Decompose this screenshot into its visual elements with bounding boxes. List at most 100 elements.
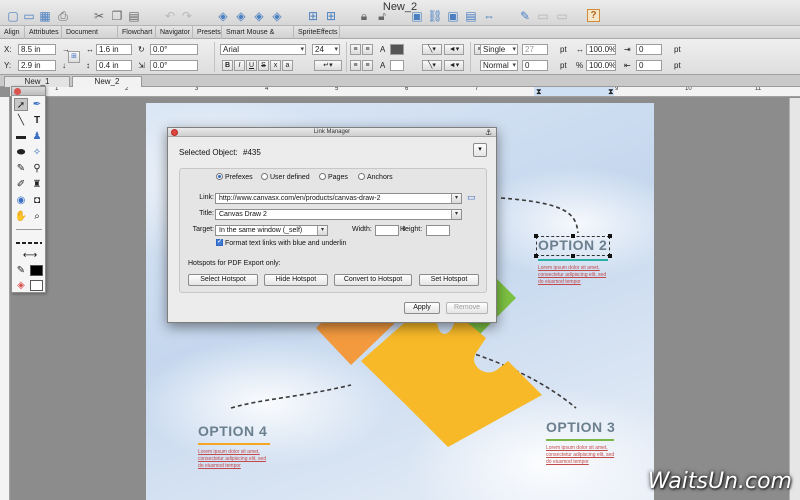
arrow-start-select[interactable]: ◄▾ [444, 44, 464, 55]
font-family-select[interactable]: Arial [220, 44, 306, 55]
palette-tab-navigator[interactable]: Navigator [156, 26, 193, 39]
palette-tab-presets[interactable]: Presets [193, 26, 222, 39]
line-style-select[interactable]: ╲▾ [422, 44, 442, 55]
palette-tab-smart-mouse[interactable]: Smart Mouse & Guides [222, 26, 294, 49]
format-links-checkbox[interactable]: Format text links with blue and underlin [216, 237, 346, 249]
screen-icon[interactable]: ▤ [464, 9, 478, 22]
text-style-button[interactable]: x [270, 60, 281, 71]
line-spacing-select[interactable]: Single [480, 44, 518, 55]
print-icon[interactable]: ⎙ [56, 9, 70, 22]
ellipse-tool-icon[interactable]: ⬬ [14, 146, 28, 159]
arrange-backward-icon[interactable]: ◈ [252, 9, 266, 22]
radio-user-defined[interactable]: User defined [261, 173, 310, 183]
cut-icon[interactable]: ✂ [92, 9, 106, 22]
apply-button[interactable]: Apply [404, 302, 440, 314]
vertical-scrollbar[interactable] [789, 98, 800, 500]
line-tool-icon[interactable]: ╲ [14, 114, 28, 127]
lock-icon[interactable]: 🔒︎ [357, 9, 371, 22]
comment-icon[interactable]: ▭ [555, 9, 569, 22]
group-icon[interactable]: ⊞ [306, 9, 320, 22]
option-4-text[interactable]: Lorem ipsum dolor sit amet, consectetur … [198, 449, 270, 470]
align-left-button[interactable]: ≡ [350, 44, 361, 55]
magic-wand-icon[interactable]: ✧ [30, 146, 44, 159]
save-icon[interactable]: ▦ [38, 9, 52, 22]
rectangle-tool-icon[interactable]: ▬ [14, 130, 28, 143]
angle-field[interactable]: 0.0° [150, 44, 198, 55]
fill-color-swatch[interactable] [390, 44, 404, 55]
spacing-field[interactable]: 27 [522, 44, 548, 55]
arrow-end-select[interactable]: ◄▾ [444, 60, 464, 71]
select-hotspot-button[interactable]: Select Hotspot [188, 274, 258, 286]
target-select[interactable]: In the same window (_self) [215, 225, 328, 236]
gradient-tool-icon[interactable]: ✎ [14, 264, 28, 277]
text-tool-icon[interactable]: T [30, 114, 44, 127]
title-field[interactable]: Canvas Draw 2 [215, 209, 462, 220]
stamp-tool-icon[interactable]: ♜ [30, 178, 44, 191]
width-field[interactable] [375, 225, 399, 236]
style-field[interactable]: 0 [522, 60, 548, 71]
width-field[interactable]: 1.6 in [96, 44, 132, 55]
dash-style-icon[interactable] [16, 242, 42, 244]
scale-x-field[interactable]: 100.0% [586, 44, 616, 55]
unlock-icon[interactable]: 🔓︎ [375, 9, 389, 22]
brush-tool-icon[interactable]: ✐ [14, 178, 28, 191]
select-tool-icon[interactable]: ➚ [14, 98, 28, 111]
option-4-title[interactable]: OPTION 4 [198, 423, 267, 439]
palette-tab-spriteeffects[interactable]: SpriteEffects [294, 26, 340, 39]
ungroup-icon[interactable]: ⊞ [324, 9, 338, 22]
indent-field[interactable]: 0 [636, 44, 662, 55]
selection-handle[interactable] [534, 234, 538, 238]
paint-bucket-icon[interactable]: ◉ [14, 194, 28, 207]
selection-handle[interactable] [571, 234, 575, 238]
palette-tab-flowchart[interactable]: Flowchart [118, 26, 156, 39]
help-icon[interactable]: ? [587, 9, 600, 22]
graphic-icon[interactable]: ▣ [446, 9, 460, 22]
height-field[interactable]: 0.4 in [96, 60, 132, 71]
remove-button[interactable]: Remove [446, 302, 488, 314]
option-2-text[interactable]: Lorem ipsum dolor sit amet, consectetur … [538, 265, 610, 286]
radio-prefexes[interactable]: Prefexes [216, 173, 253, 183]
fill-tool-icon[interactable]: ♟ [30, 130, 44, 143]
arrow-style-icon[interactable]: ⟷ [22, 249, 38, 262]
undo-icon[interactable]: ↶ [163, 9, 177, 22]
line-end-select[interactable]: ╲▾ [422, 60, 442, 71]
fill-color-swatch[interactable] [30, 280, 43, 291]
arrange-back-icon[interactable]: ◈ [270, 9, 284, 22]
underline-button[interactable]: U [246, 60, 257, 71]
italic-button[interactable]: I [234, 60, 245, 71]
bucket-color-icon[interactable]: ◈ [14, 279, 28, 292]
skew-field[interactable]: 0.0° [150, 60, 198, 71]
palette-tab-attributes[interactable]: Attributes [25, 26, 62, 39]
set-hotspot-button[interactable]: Set Hotspot [419, 274, 479, 286]
redo-icon[interactable]: ↷ [180, 9, 194, 22]
align-center-button[interactable]: ≡ [362, 44, 373, 55]
align-justify-button[interactable]: ≡ [362, 60, 373, 71]
close-icon[interactable] [14, 88, 21, 95]
scale-y-field[interactable]: 100.0% [586, 60, 616, 71]
arrange-forward-icon[interactable]: ◈ [234, 9, 248, 22]
paragraph-style-select[interactable]: Normal [480, 60, 518, 71]
close-icon[interactable] [171, 129, 178, 136]
radio-anchors[interactable]: Anchors [358, 173, 393, 183]
selection-handle[interactable] [608, 234, 612, 238]
option-3-text[interactable]: Lorem ipsum dolor sit amet, consectetur … [546, 445, 618, 466]
stroke-color-swatch[interactable] [30, 265, 43, 276]
hand-tool-icon[interactable]: ✋ [14, 210, 28, 223]
baseline-select[interactable]: ↵▾ [314, 60, 342, 71]
x-field[interactable]: 8.5 in [18, 44, 56, 55]
selection-handle[interactable] [608, 254, 612, 258]
edit-icon[interactable]: ✎ [518, 9, 532, 22]
link-url-field[interactable]: http://www.canvasx.com/en/products/canva… [215, 193, 462, 204]
selection-handle[interactable] [534, 254, 538, 258]
open-icon[interactable]: ▭ [22, 9, 36, 22]
option-2-title[interactable]: OPTION 2 [538, 237, 607, 253]
proportion-icon[interactable]: ⊞ [68, 51, 80, 63]
pen-tool-icon[interactable]: ✒ [30, 98, 44, 111]
object-menu-button[interactable]: ▾ [473, 143, 487, 157]
eyedropper-tool-icon[interactable]: ⚲ [30, 162, 44, 175]
hide-hotspot-button[interactable]: Hide Hotspot [264, 274, 328, 286]
monitor-icon[interactable]: ▭ [536, 9, 550, 22]
anchor-icon[interactable]: ⚓︎ [485, 128, 492, 137]
camera-tool-icon[interactable]: ◘ [30, 194, 44, 207]
folder-icon[interactable]: ▭ [467, 192, 476, 202]
